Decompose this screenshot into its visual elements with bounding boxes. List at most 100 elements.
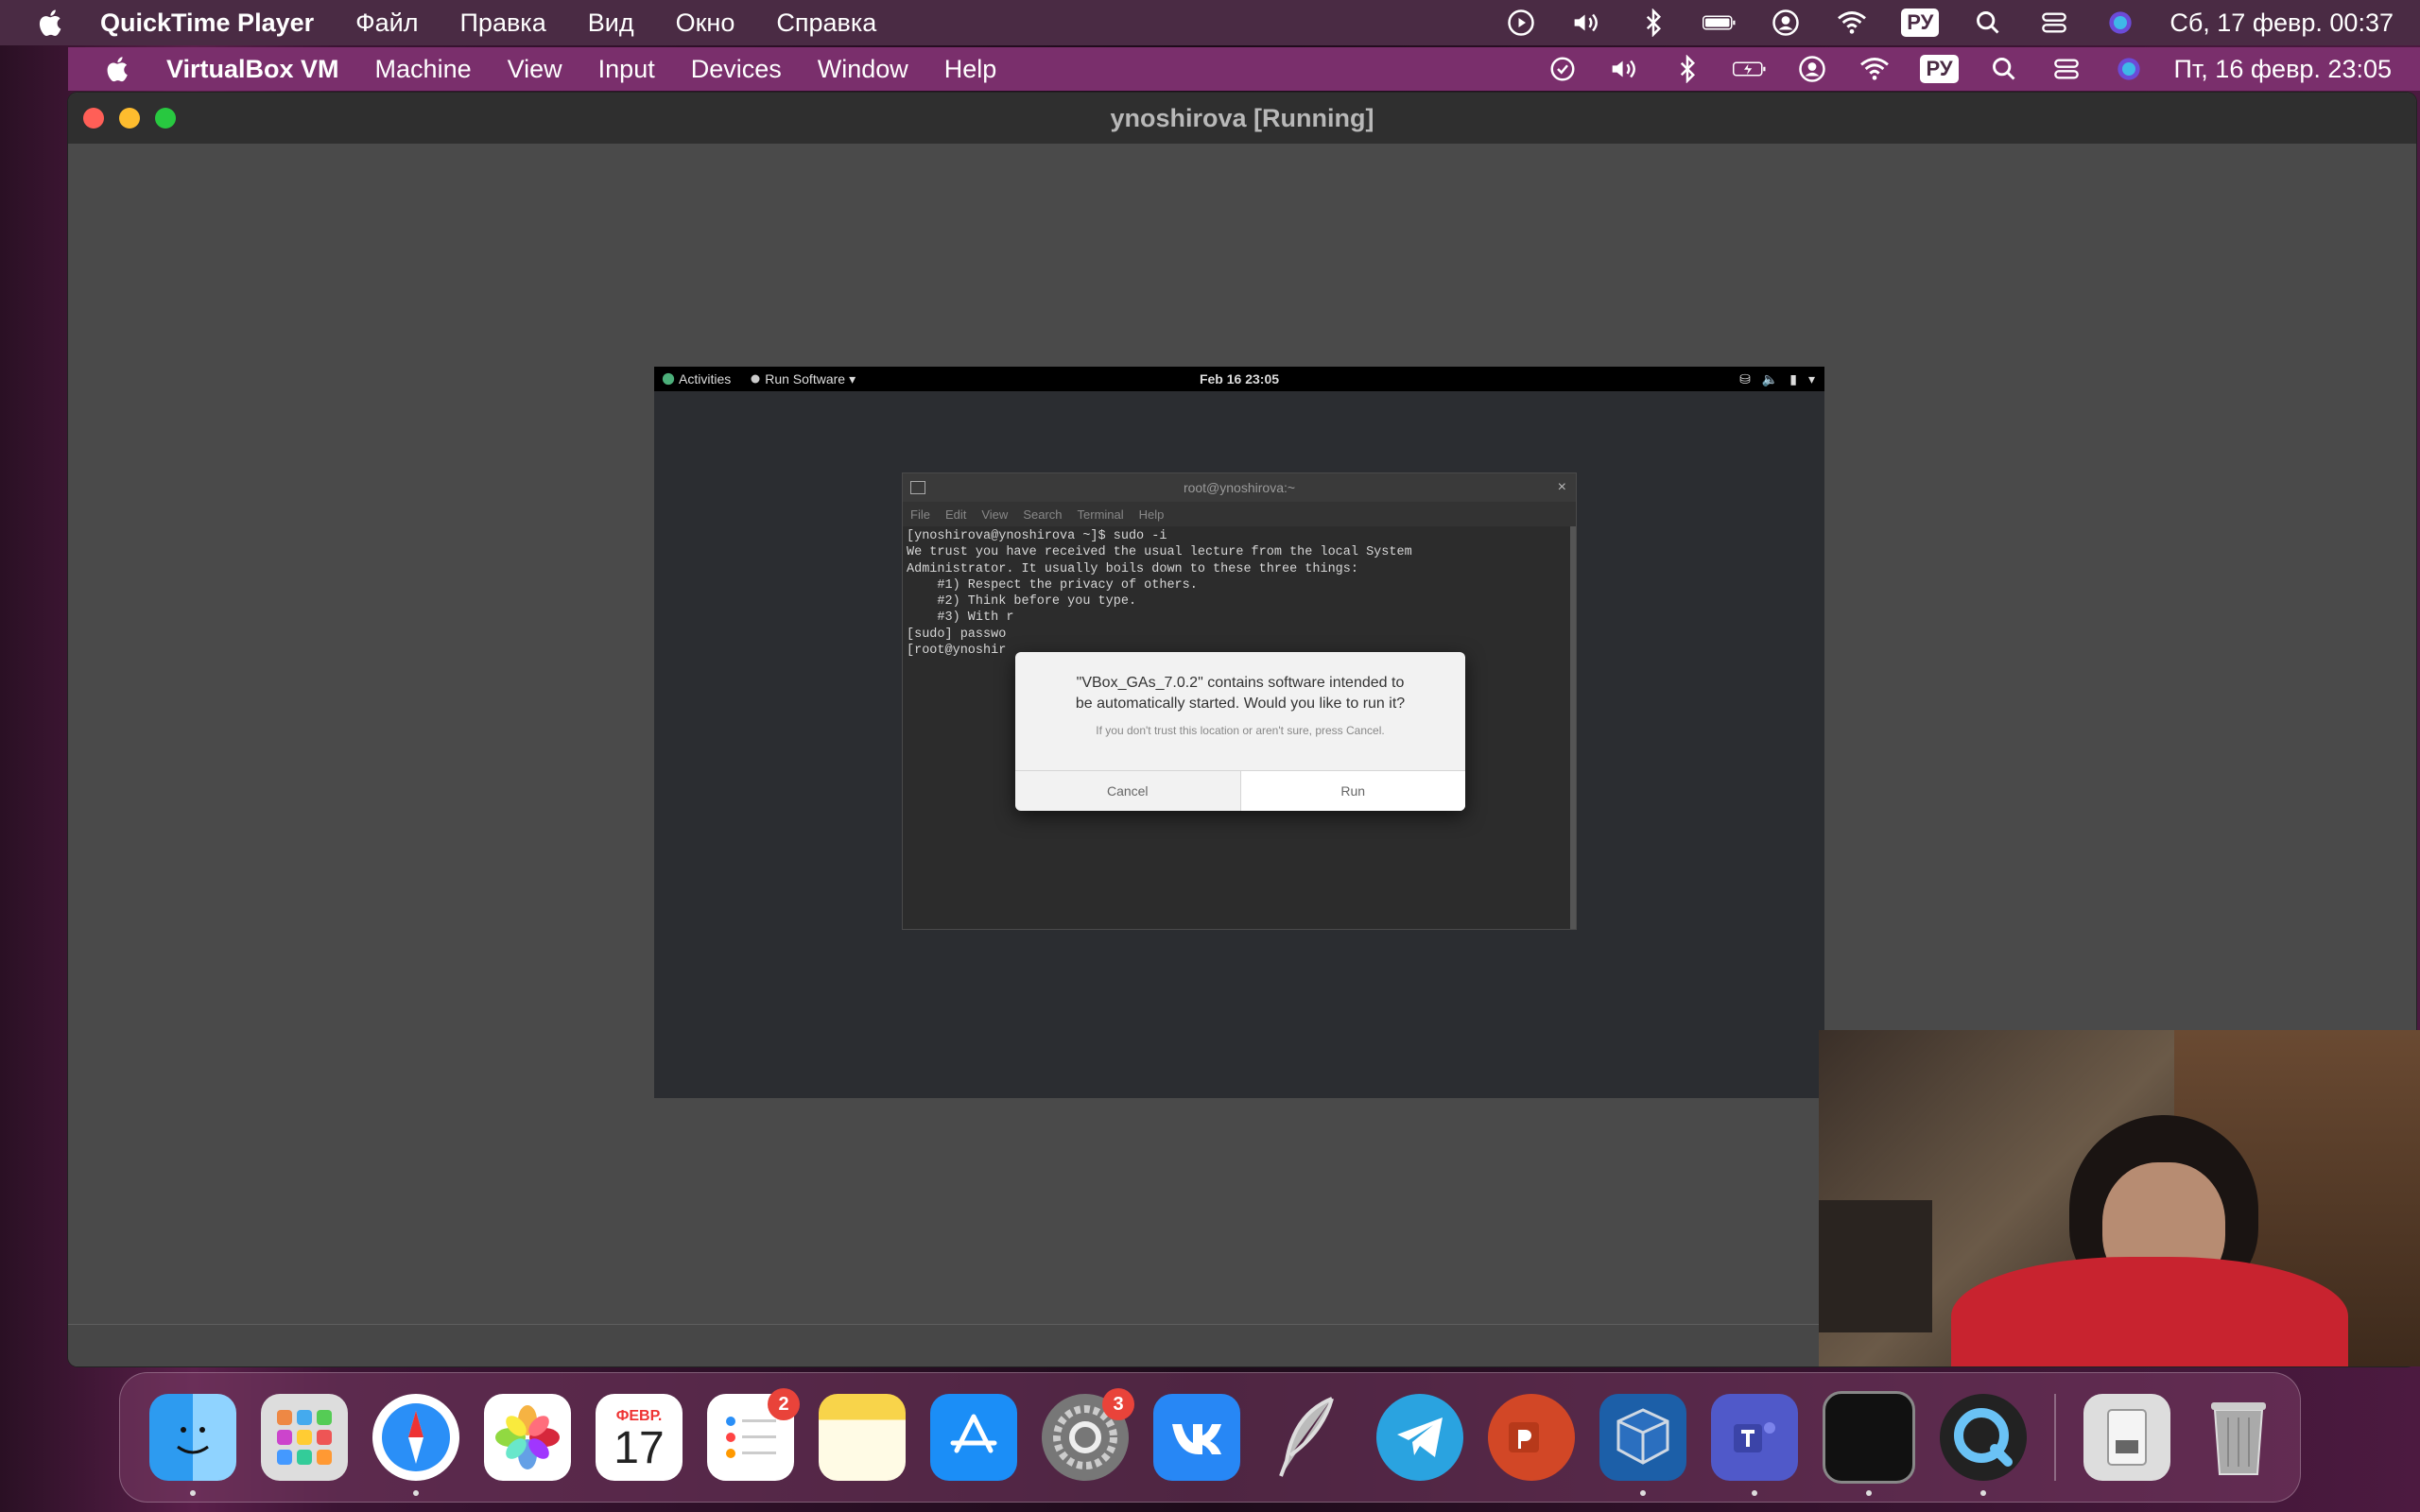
safari-icon[interactable] bbox=[372, 1394, 459, 1496]
terminal-menu-view[interactable]: View bbox=[981, 507, 1008, 522]
reminders-icon[interactable]: 2 bbox=[707, 1388, 800, 1481]
control-center-icon[interactable] bbox=[2037, 6, 2071, 40]
host-menu-help[interactable]: Справка bbox=[776, 9, 876, 38]
spotlight-icon[interactable] bbox=[1971, 6, 2005, 40]
vbox-titlebar[interactable]: ynoshirova [Running] bbox=[68, 93, 2416, 144]
vbox-menu-machine[interactable]: Machine bbox=[375, 55, 472, 84]
teams-icon[interactable] bbox=[1711, 1394, 1798, 1496]
terminal-line: Administrator. It usually boils down to … bbox=[907, 561, 1358, 576]
user-icon[interactable] bbox=[1769, 6, 1803, 40]
host-menubar: QuickTime Player Файл Правка Вид Окно Сп… bbox=[0, 0, 2420, 45]
close-button[interactable] bbox=[83, 108, 104, 129]
terminal-menubar: File Edit View Search Terminal Help bbox=[903, 502, 1576, 526]
host-menu-view[interactable]: Вид bbox=[588, 9, 634, 38]
archive-utility-icon[interactable] bbox=[2083, 1394, 2170, 1481]
calendar-day: 17 bbox=[614, 1423, 665, 1473]
webcam-overlay bbox=[1819, 1030, 2420, 1366]
battery-icon[interactable] bbox=[1703, 6, 1737, 40]
app-store-icon[interactable] bbox=[930, 1394, 1017, 1481]
user-icon[interactable] bbox=[1795, 52, 1829, 86]
dock-separator bbox=[2054, 1394, 2056, 1481]
photos-icon[interactable] bbox=[484, 1394, 571, 1481]
terminal-menu-help[interactable]: Help bbox=[1139, 507, 1165, 522]
volume-icon[interactable]: 🔈 bbox=[1762, 371, 1778, 387]
finder-icon[interactable] bbox=[149, 1394, 236, 1496]
vbox-menubar: VirtualBox VM Machine View Input Devices… bbox=[68, 47, 2420, 91]
siri-icon[interactable] bbox=[2103, 6, 2137, 40]
wifi-icon[interactable] bbox=[1835, 6, 1869, 40]
host-app-name[interactable]: QuickTime Player bbox=[100, 9, 314, 38]
terminal-title: root@ynoshirova:~ bbox=[1183, 480, 1296, 495]
battery-icon[interactable]: ▮ bbox=[1789, 371, 1797, 387]
system-settings-icon[interactable]: 3 bbox=[1042, 1388, 1134, 1481]
settings-badge: 3 bbox=[1102, 1388, 1134, 1420]
terminal-menu-search[interactable]: Search bbox=[1023, 507, 1062, 522]
minimize-button[interactable] bbox=[119, 108, 140, 129]
host-clock[interactable]: Сб, 17 февр. 00:37 bbox=[2169, 9, 2394, 38]
terminal-scrollbar[interactable] bbox=[1570, 526, 1576, 929]
dialog-buttons: Cancel Run bbox=[1015, 770, 1465, 811]
keyboard-layout-indicator[interactable]: РУ bbox=[1920, 55, 1959, 83]
terminal-line: We trust you have received the usual lec… bbox=[907, 545, 1412, 560]
cancel-button[interactable]: Cancel bbox=[1015, 771, 1240, 811]
trash-icon[interactable] bbox=[2195, 1394, 2282, 1481]
close-icon[interactable]: × bbox=[1558, 479, 1566, 496]
sync-icon[interactable] bbox=[1546, 52, 1580, 86]
apple-icon[interactable] bbox=[102, 53, 134, 85]
launchpad-icon[interactable] bbox=[261, 1394, 348, 1481]
terminal-menu-edit[interactable]: Edit bbox=[945, 507, 966, 522]
screenshot-icon[interactable] bbox=[1823, 1391, 1915, 1496]
terminal-output[interactable]: [ynoshirova@ynoshirova ~]$ sudo -i We tru… bbox=[903, 526, 1576, 661]
zoom-button[interactable] bbox=[155, 108, 176, 129]
notes-icon[interactable] bbox=[819, 1394, 906, 1481]
chevron-down-icon[interactable]: ▾ bbox=[1808, 371, 1815, 387]
calendar-icon[interactable]: ФЕВР. 17 bbox=[596, 1394, 683, 1481]
play-icon[interactable] bbox=[1504, 6, 1538, 40]
terminal-line: #1) Respect the privacy of others. bbox=[907, 577, 1198, 593]
dialog-message: "VBox_GAs_7.0.2" contains software inten… bbox=[1075, 675, 1406, 712]
vbox-menu-devices[interactable]: Devices bbox=[691, 55, 782, 84]
host-menu-edit[interactable]: Правка bbox=[460, 9, 546, 38]
gnome-topbar: Activities Run Software ▾ Feb 16 23:05 ⛁… bbox=[654, 367, 1824, 391]
run-button[interactable]: Run bbox=[1239, 771, 1465, 811]
volume-icon[interactable] bbox=[1608, 52, 1642, 86]
dock: ФЕВР. 17 2 3 bbox=[119, 1372, 2301, 1503]
bluetooth-icon[interactable] bbox=[1636, 6, 1670, 40]
control-center-icon[interactable] bbox=[2049, 52, 2083, 86]
terminal-titlebar[interactable]: root@ynoshirova:~ × bbox=[903, 473, 1576, 502]
autorun-dialog: "VBox_GAs_7.0.2" contains software inten… bbox=[1015, 652, 1465, 811]
vbox-clock[interactable]: Пт, 16 февр. 23:05 bbox=[2174, 55, 2392, 84]
feather-icon[interactable] bbox=[1265, 1394, 1352, 1481]
battery-charging-icon[interactable] bbox=[1733, 52, 1767, 86]
keyboard-layout-indicator[interactable]: РУ bbox=[1901, 9, 1940, 37]
apple-icon[interactable] bbox=[34, 6, 68, 40]
vbox-menu-view[interactable]: View bbox=[508, 55, 562, 84]
volume-icon[interactable] bbox=[1570, 6, 1604, 40]
virtualbox-icon[interactable] bbox=[1599, 1394, 1686, 1496]
network-icon[interactable]: ⛁ bbox=[1739, 371, 1751, 387]
terminal-line: #2) Think before you type. bbox=[907, 594, 1137, 610]
terminal-line: [sudo] passwo bbox=[907, 627, 1007, 642]
dialog-subtext: If you don't trust this location or aren… bbox=[1096, 724, 1385, 737]
vk-icon[interactable] bbox=[1153, 1394, 1240, 1481]
terminal-menu-file[interactable]: File bbox=[910, 507, 930, 522]
guest-screen[interactable]: Activities Run Software ▾ Feb 16 23:05 ⛁… bbox=[654, 367, 1824, 1098]
terminal-menu-terminal[interactable]: Terminal bbox=[1078, 507, 1124, 522]
siri-icon[interactable] bbox=[2112, 52, 2146, 86]
bluetooth-icon[interactable] bbox=[1670, 52, 1704, 86]
host-menu-file[interactable]: Файл bbox=[355, 9, 418, 38]
spotlight-icon[interactable] bbox=[1987, 52, 2021, 86]
quicktime-icon[interactable] bbox=[1940, 1394, 2027, 1496]
powerpoint-icon[interactable] bbox=[1488, 1394, 1575, 1481]
window-title: ynoshirova [Running] bbox=[1110, 103, 1374, 132]
vbox-menu-help[interactable]: Help bbox=[944, 55, 997, 84]
reminders-badge: 2 bbox=[768, 1388, 800, 1420]
vbox-app-name[interactable]: VirtualBox VM bbox=[166, 55, 339, 84]
vbox-menu-input[interactable]: Input bbox=[598, 55, 655, 84]
wifi-icon[interactable] bbox=[1858, 52, 1892, 86]
telegram-icon[interactable] bbox=[1376, 1394, 1463, 1481]
host-menu-window[interactable]: Окно bbox=[676, 9, 735, 38]
vbox-menu-window[interactable]: Window bbox=[818, 55, 908, 84]
guest-clock[interactable]: Feb 16 23:05 bbox=[654, 371, 1824, 387]
terminal-line: [ynoshirova@ynoshirova ~]$ sudo -i bbox=[907, 529, 1167, 543]
